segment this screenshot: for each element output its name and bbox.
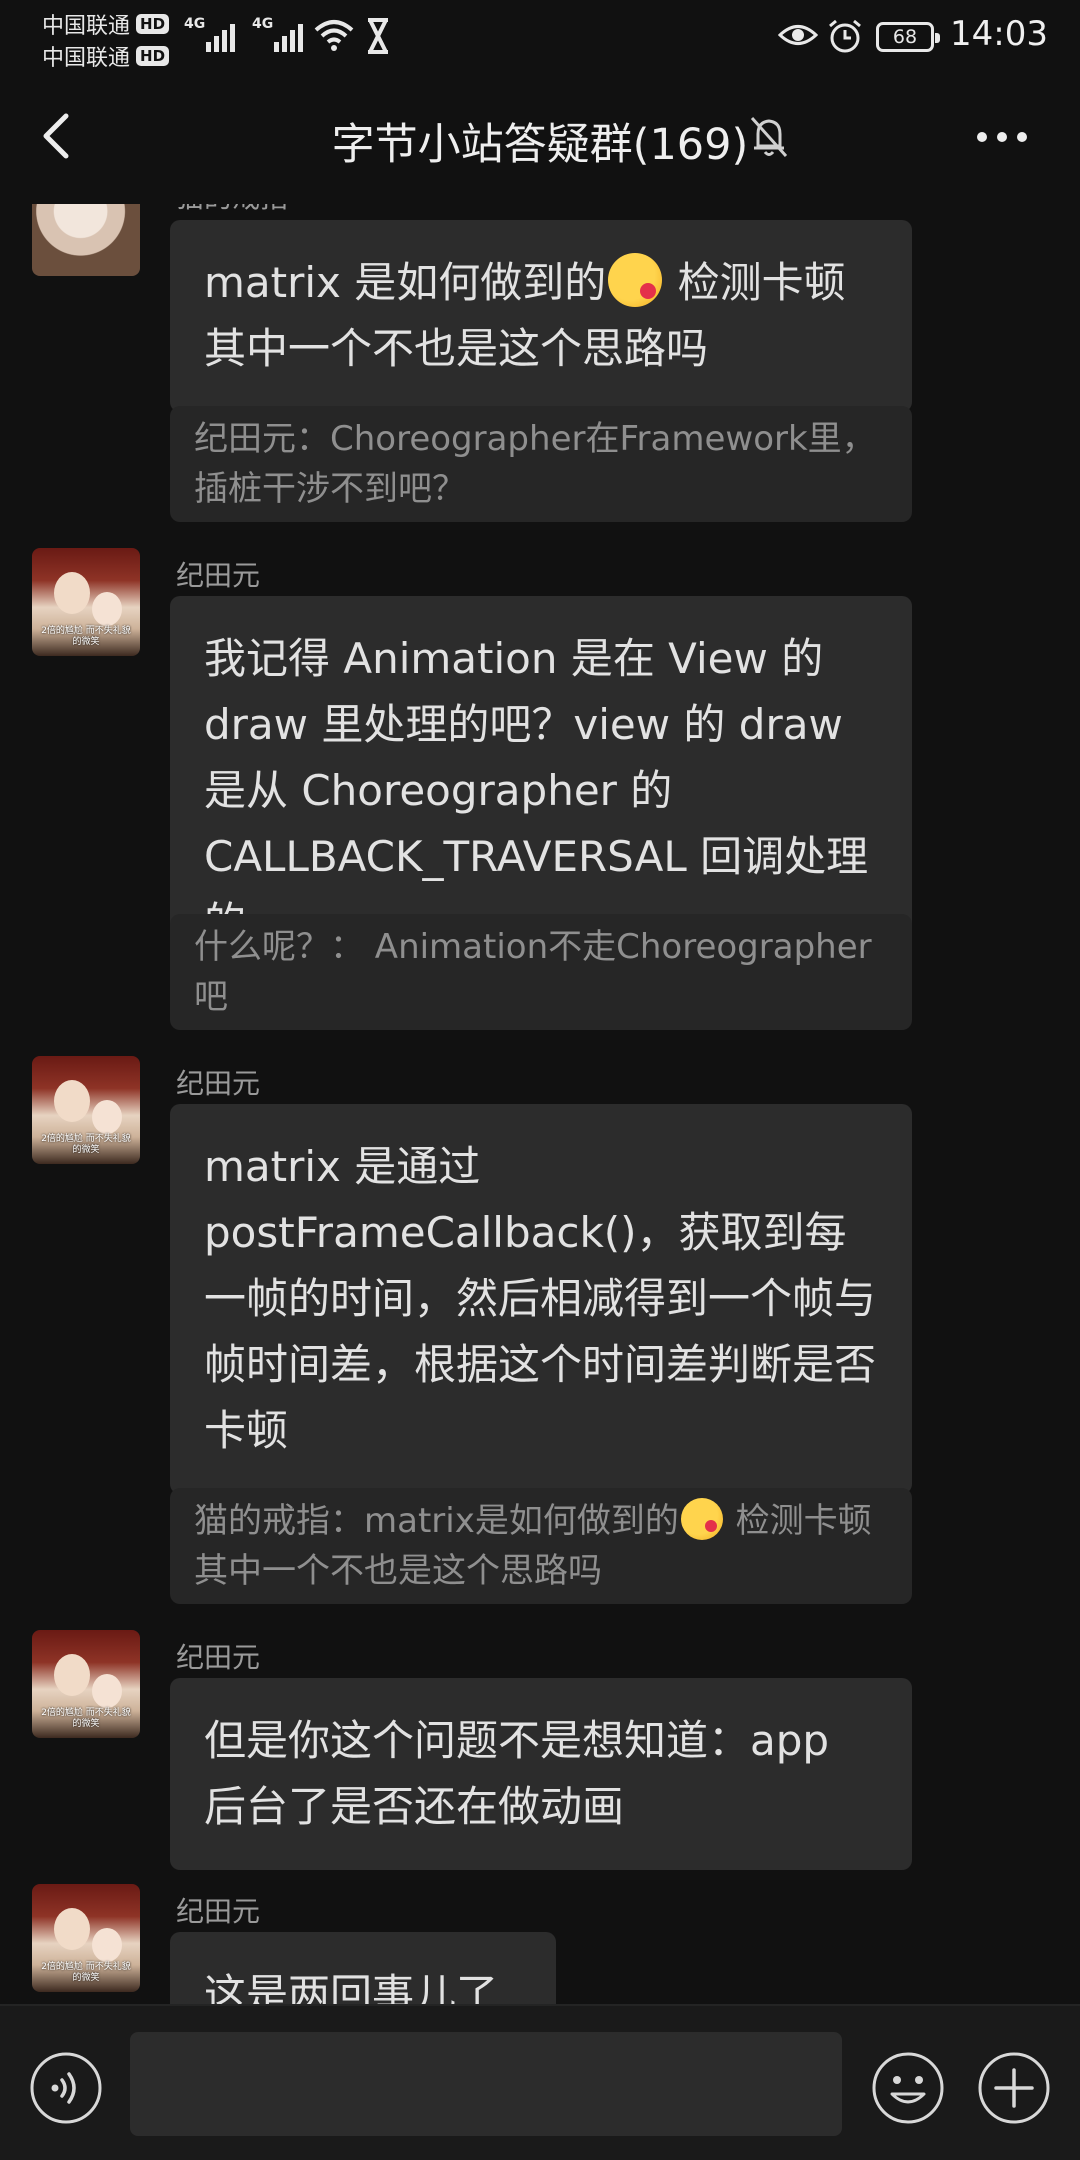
chat-title: 字节小站答疑群(169): [331, 120, 749, 170]
signal-icon-2: [274, 20, 303, 52]
eye-icon: [778, 25, 818, 45]
message-bubble[interactable]: matrix 是如何做到的 检测卡顿其中一个不也是这个思路吗: [170, 220, 912, 412]
alarm-icon: [829, 19, 861, 53]
quote-text: 纪田元：Choreographer在Framework里，插桩干涉不到吧？: [194, 419, 876, 509]
sender-name: 纪田元: [176, 1895, 261, 1928]
sender-name: 纪田元: [176, 1641, 261, 1674]
carrier-1: 中国联通 HD: [42, 8, 170, 40]
message-text: matrix 是如何做到的: [204, 258, 607, 307]
message-text: 这是两回事儿了: [204, 1970, 499, 2004]
kiss-emoji-icon: [608, 253, 663, 307]
hd-badge: HD: [136, 46, 170, 66]
avatar-caption: 2倍的尴尬 而不失礼貌的微笑: [41, 1962, 131, 1983]
carrier-2: 中国联通 HD: [42, 40, 170, 72]
message-bubble[interactable]: 这是两回事儿了: [170, 1932, 556, 2004]
battery-indicator: 68: [876, 22, 940, 52]
message-bubble[interactable]: matrix 是通过 postFrameCallback()，获取到每一帧的时间…: [170, 1104, 912, 1494]
avatar[interactable]: 2倍的尴尬 而不失礼貌的微笑: [32, 1630, 140, 1738]
kiss-emoji-icon: [680, 1498, 723, 1540]
sender-name: 纪田元: [176, 1067, 261, 1100]
avatar-caption: 2倍的尴尬 而不失礼貌的微笑: [41, 1708, 131, 1729]
quote-text: 什么呢？： Animation不走Choreographer吧: [194, 927, 872, 1017]
quoted-message[interactable]: 猫的戒指：matrix是如何做到的 检测卡顿其中一个不也是这个思路吗: [170, 1488, 912, 1604]
voice-icon[interactable]: [28, 2050, 104, 2126]
avatar[interactable]: [32, 204, 140, 276]
message-text: 我记得 Animation 是在 View 的 draw 里处理的吧？view …: [204, 634, 869, 947]
message-text: 但是你这个问题不是想知道：app 后台了是否还在做动画: [204, 1716, 830, 1831]
status-bar: 中国联通 HD 中国联通 HD 4G 4G 68 14:03: [0, 0, 1080, 72]
carrier-1-label: 中国联通: [42, 14, 131, 39]
plus-icon[interactable]: [976, 2050, 1052, 2126]
quote-text: 猫的戒指：matrix是如何做到的: [194, 1501, 679, 1541]
network-type-1: 4G: [184, 16, 206, 32]
chat-header: 字节小站答疑群(169): [0, 72, 1080, 204]
message-input[interactable]: [130, 2032, 842, 2136]
message-list[interactable]: 猫的戒指 matrix 是如何做到的 检测卡顿其中一个不也是这个思路吗 纪田元：…: [0, 204, 1080, 2004]
hd-badge: HD: [136, 14, 170, 34]
avatar-caption: 2倍的尴尬 而不失礼貌的微笑: [41, 1134, 131, 1155]
wifi-icon: [314, 20, 354, 51]
avatar[interactable]: 2倍的尴尬 而不失礼貌的微笑: [32, 1884, 140, 1992]
clock: 14:03: [950, 14, 1048, 54]
input-bar: [0, 2004, 1080, 2160]
avatar[interactable]: 2倍的尴尬 而不失礼貌的微笑: [32, 548, 140, 656]
more-dots-icon[interactable]: [972, 112, 1032, 162]
avatar[interactable]: 2倍的尴尬 而不失礼貌的微笑: [32, 1056, 140, 1164]
quoted-message[interactable]: 纪田元：Choreographer在Framework里，插桩干涉不到吧？: [170, 406, 912, 522]
message-bubble[interactable]: 但是你这个问题不是想知道：app 后台了是否还在做动画: [170, 1678, 912, 1870]
quoted-message[interactable]: 什么呢？： Animation不走Choreographer吧: [170, 914, 912, 1030]
avatar-caption: 2倍的尴尬 而不失礼貌的微笑: [41, 626, 131, 647]
sender-name: 纪田元: [176, 559, 261, 592]
sender-name: 猫的戒指: [176, 204, 288, 216]
signal-icon-1: [206, 20, 235, 52]
hourglass-icon: [368, 18, 388, 54]
network-type-2: 4G: [252, 16, 274, 32]
message-text: matrix 是通过 postFrameCallback()，获取到每一帧的时间…: [204, 1142, 877, 1455]
carrier-2-label: 中国联通: [42, 46, 131, 71]
bell-off-icon: [750, 116, 788, 158]
smiley-icon[interactable]: [870, 2050, 946, 2126]
